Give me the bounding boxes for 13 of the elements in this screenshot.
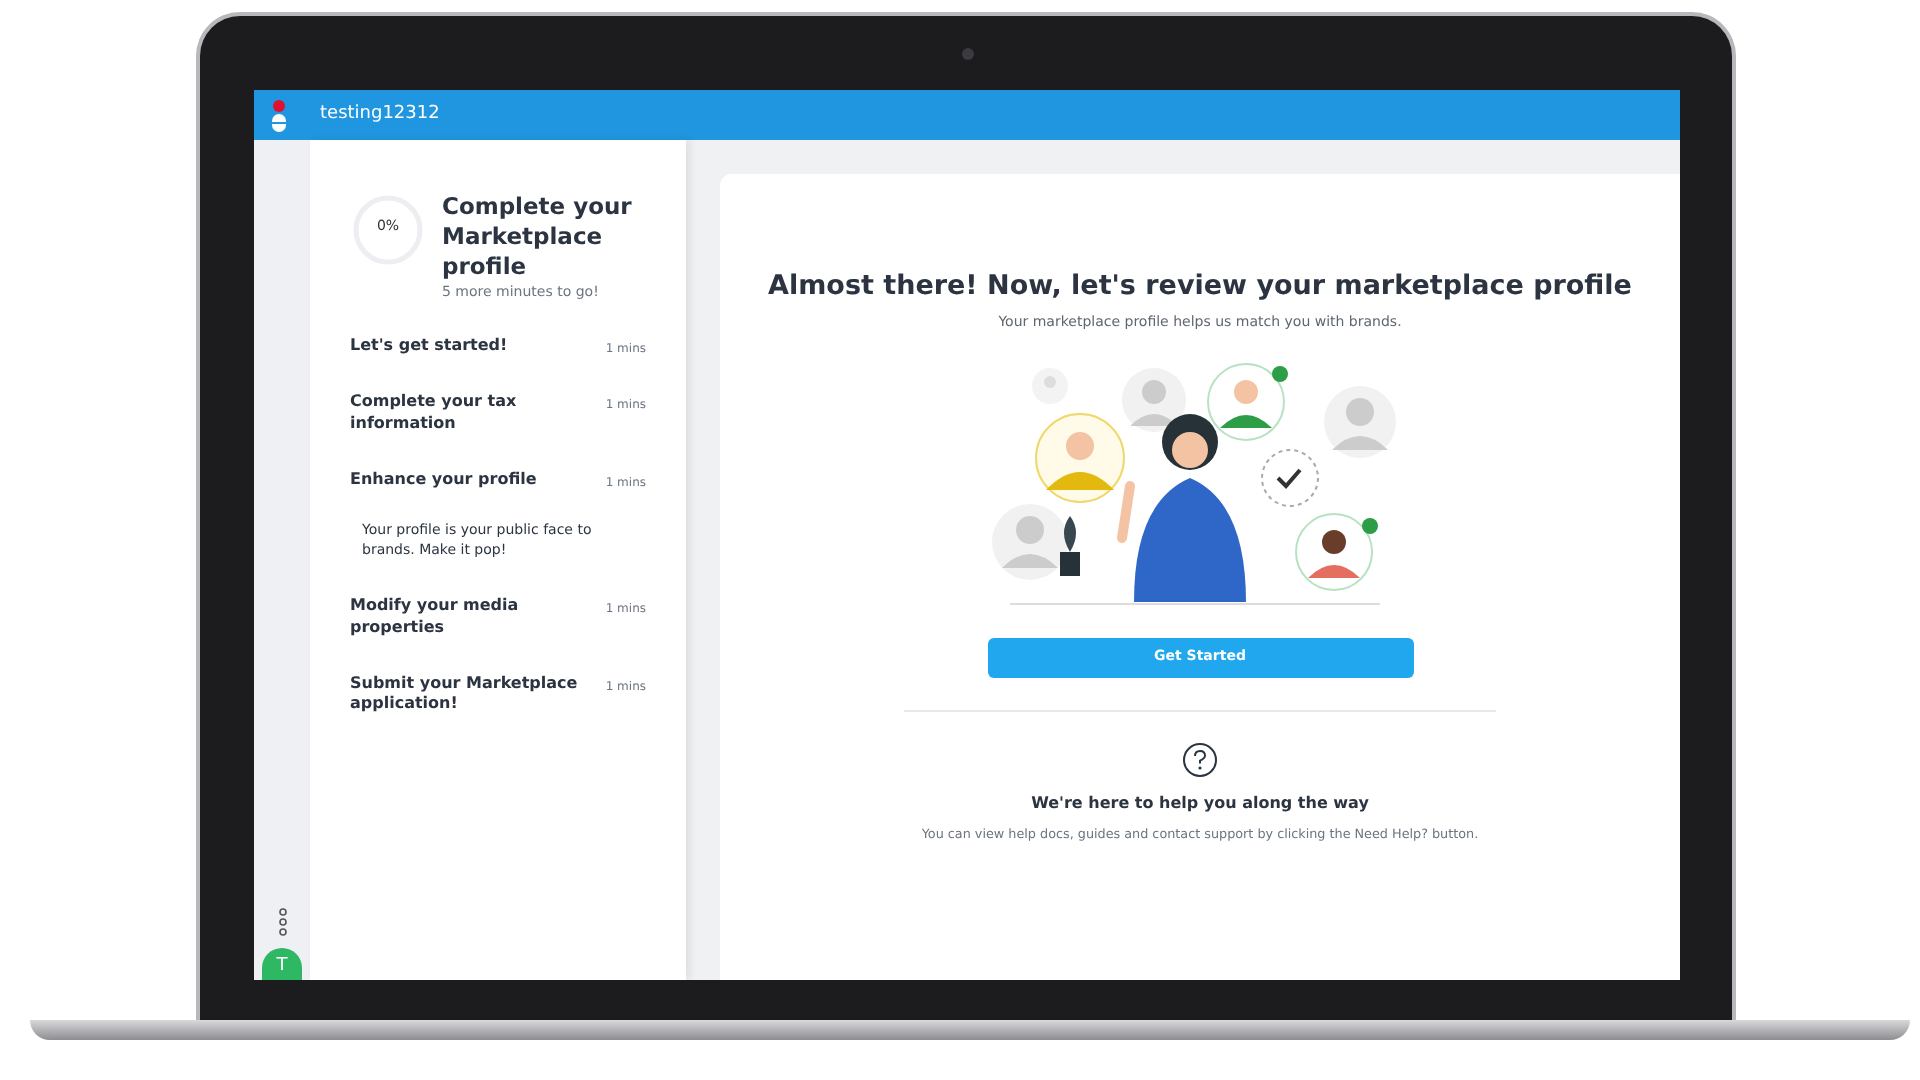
step-title[interactable]: Enhance your profile (350, 469, 537, 492)
logo-icon (270, 99, 288, 131)
panel-title: Complete your Marketplace profile (442, 192, 634, 282)
help-title: We're here to help you along the way (1031, 791, 1369, 816)
app-title: testing12312 (320, 101, 440, 128)
camera-icon (962, 47, 974, 59)
help-icon[interactable] (1182, 741, 1218, 778)
more-icon[interactable] (277, 908, 287, 936)
step-title[interactable]: Let's get started! (350, 336, 508, 359)
step-title[interactable]: Submit your Marketplace application! (350, 673, 594, 717)
main-heading: Almost there! Now, let's review your marketplace profile (768, 270, 1632, 303)
step-title[interactable]: Complete your tax information (350, 392, 594, 436)
step-title[interactable]: Modify your media properties (350, 595, 594, 639)
